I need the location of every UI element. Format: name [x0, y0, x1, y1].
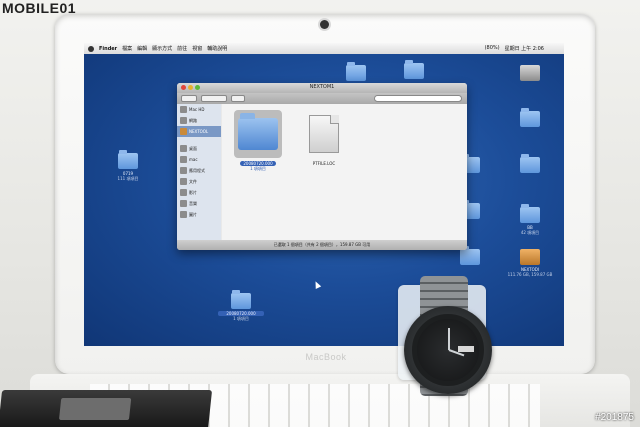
menu-help[interactable]: 輔助說明 [207, 45, 227, 52]
desktop-folder-20080720[interactable]: 20080720.000 1 項項目 [218, 290, 264, 322]
dark-device [0, 390, 213, 427]
view-mode-buttons[interactable] [201, 95, 227, 102]
sidebar-label: 應用程式 [189, 167, 205, 173]
watch-minute-hand [448, 328, 450, 350]
file-name: PTFILE.LOC [312, 161, 336, 166]
watermark-id: #201875 [595, 412, 634, 423]
desktop-icon-sub: 1 項項目 [233, 316, 249, 321]
sidebar-item-mac-hd[interactable]: Mac HD [177, 104, 221, 115]
menu-edit[interactable]: 編輯 [137, 45, 147, 52]
search-input[interactable] [374, 95, 462, 102]
sidebar-label: 音樂 [189, 200, 197, 206]
battery-status[interactable]: (80%) [485, 45, 500, 52]
finder-window: NEXTOM1 Mac HD 網路 NEXTOOL 桌面 mac 應用程式 文件… [177, 83, 467, 250]
hard-drive-icon [180, 106, 187, 113]
desktop-folder-icon[interactable] [460, 246, 480, 265]
menu-window[interactable]: 視窗 [192, 45, 202, 52]
desktop-icon [180, 145, 187, 152]
desktop-drive-icon[interactable] [520, 65, 540, 81]
sidebar-label: 圖片 [189, 211, 197, 217]
music-icon [180, 200, 187, 207]
window-title: NEXTOM1 [309, 84, 335, 90]
home-icon [180, 156, 187, 163]
sidebar-item-network[interactable]: 網路 [177, 115, 221, 126]
device-brand-label: MacBook [305, 352, 347, 362]
window-titlebar[interactable]: NEXTOM1 [177, 83, 467, 93]
desktop-folder-icon[interactable] [520, 154, 540, 173]
movies-icon [180, 189, 187, 196]
pictures-icon [180, 211, 187, 218]
back-forward-button[interactable] [181, 95, 197, 102]
menu-file[interactable]: 檔案 [122, 45, 132, 52]
sidebar-label: 桌面 [189, 145, 197, 151]
desktop-folder-0719[interactable]: 0719 111 項項目 [108, 150, 148, 182]
sidebar-item-pictures[interactable]: 圖片 [177, 209, 221, 220]
watermark-logo: MOBILE01 [2, 0, 77, 16]
documents-icon [180, 178, 187, 185]
apple-icon[interactable] [88, 45, 94, 52]
folder-icon [238, 113, 278, 150]
desktop-folder-icon[interactable] [404, 60, 424, 79]
sidebar-item-nextool[interactable]: NEXTOOL [177, 126, 221, 137]
menu-bar: Finder 檔案 編輯 顯示方式 前往 視窗 輔助說明 (80%) 星期日 上… [84, 43, 564, 54]
desktop-folder-icon[interactable] [520, 108, 540, 127]
sidebar-item-movies[interactable]: 影片 [177, 187, 221, 198]
file-item-document[interactable]: PTFILE.LOC [300, 110, 348, 166]
laptop-screen: Finder 檔案 編輯 顯示方式 前往 視窗 輔助說明 (80%) 星期日 上… [84, 43, 564, 346]
desktop-folder-icon[interactable] [346, 62, 366, 81]
webcam [320, 20, 329, 29]
sidebar-label: 文件 [189, 178, 197, 184]
sidebar-label: NEXTOOL [189, 129, 209, 134]
sidebar-item-desktop[interactable]: 桌面 [177, 143, 221, 154]
finder-statusbar: 已選取 1 個項目（共有 2 個項目），159.87 GB 可用 [177, 240, 467, 250]
document-icon [309, 115, 339, 153]
sidebar-item-applications[interactable]: 應用程式 [177, 165, 221, 176]
sidebar-item-home[interactable]: mac [177, 154, 221, 165]
menubar-status: (80%) 星期日 上午 2:06 [485, 45, 544, 52]
file-item-folder[interactable]: 20080720.000 1 項項目 [234, 110, 282, 172]
file-sub: 1 項項目 [250, 166, 266, 171]
sidebar-label: 網路 [189, 117, 197, 123]
external-drive-icon [180, 128, 187, 135]
applications-icon [180, 167, 187, 174]
desktop-folder-bb[interactable]: BB 42 項項目 [508, 204, 552, 236]
photo-scene: Finder 檔案 編輯 顯示方式 前往 視窗 輔助說明 (80%) 星期日 上… [0, 0, 640, 427]
desktop-icon-sub: 111 項項目 [117, 176, 139, 181]
menu-go[interactable]: 前往 [177, 45, 187, 52]
finder-toolbar [177, 93, 467, 104]
finder-sidebar: Mac HD 網路 NEXTOOL 桌面 mac 應用程式 文件 影片 音樂 圖… [177, 104, 221, 240]
sidebar-label: Mac HD [189, 107, 205, 112]
sidebar-item-documents[interactable]: 文件 [177, 176, 221, 187]
watch-date-window [458, 346, 474, 352]
sidebar-label: mac [189, 157, 198, 162]
desktop-icon-sub: 42 項項目 [520, 230, 540, 235]
network-icon [180, 117, 187, 124]
desktop-icon-sub: 111.76 GB, 159.87 GB [507, 272, 553, 277]
desktop-drive-nextodi[interactable]: NEXTODI 111.76 GB, 159.87 GB [502, 249, 558, 277]
menu-finder[interactable]: Finder [99, 46, 117, 52]
action-menu-button[interactable] [231, 95, 245, 102]
menubar-clock[interactable]: 星期日 上午 2:06 [505, 45, 544, 52]
sidebar-item-music[interactable]: 音樂 [177, 198, 221, 209]
finder-content: 20080720.000 1 項項目 PTFILE.LOC [222, 104, 467, 240]
sidebar-label: 影片 [189, 189, 197, 195]
mouse-cursor-icon [312, 280, 322, 289]
menu-view[interactable]: 顯示方式 [152, 45, 172, 52]
